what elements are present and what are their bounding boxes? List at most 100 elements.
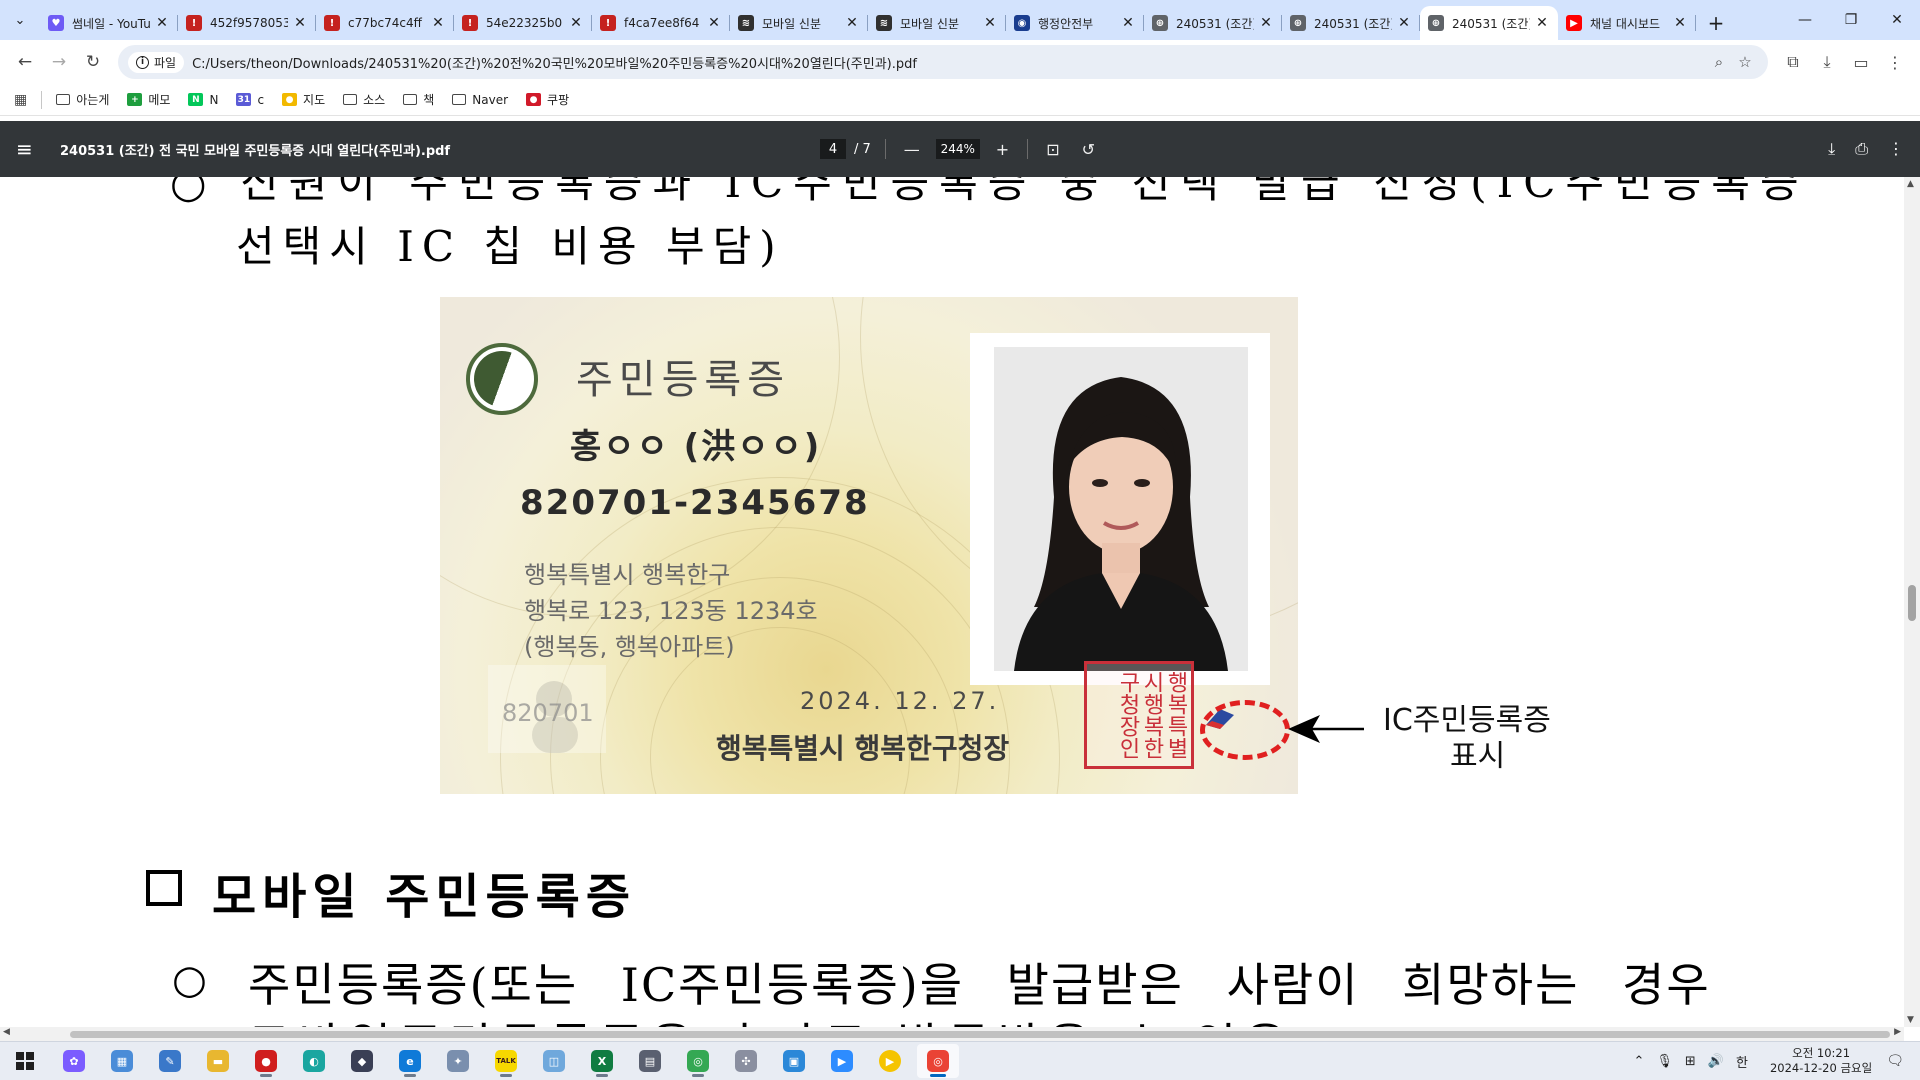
browser-tab[interactable]: ▶ 채널 대시보드 ✕ (1558, 6, 1696, 40)
zoom-indicator-icon[interactable]: ⌕ (1706, 49, 1732, 75)
restore-button[interactable]: ❐ (1828, 0, 1874, 40)
extensions-button[interactable]: ⧉ (1776, 45, 1810, 79)
browser-tab[interactable]: ≋ 모바일 신분 ✕ (730, 6, 868, 40)
taskbar-app-app-pinwheel[interactable]: ✣ (725, 1044, 767, 1078)
reload-button[interactable]: ↻ (76, 45, 110, 79)
address-bar[interactable]: i 파일 C:/Users/theon/Downloads/240531%20(… (118, 45, 1768, 79)
bookmark-item[interactable]: 소스 (343, 91, 385, 108)
new-tab-button[interactable]: + (1702, 9, 1730, 37)
microphone-icon[interactable]: 🎙 (1656, 1054, 1673, 1069)
page-number-input[interactable] (820, 139, 846, 159)
taskbar-app-app-store[interactable]: ▣ (773, 1044, 815, 1078)
taskbar-app-app-feather[interactable]: ✦ (437, 1044, 479, 1078)
browser-menu-button[interactable]: ⋮ (1878, 45, 1912, 79)
taskbar-app-excel[interactable]: X (581, 1044, 623, 1078)
tab-close-icon[interactable]: ✕ (982, 15, 998, 31)
scroll-down-icon[interactable]: ▼ (1907, 1015, 1914, 1025)
tab-close-icon[interactable]: ✕ (568, 15, 584, 31)
tab-close-icon[interactable]: ✕ (292, 15, 308, 31)
tab-close-icon[interactable]: ✕ (154, 15, 170, 31)
browser-tab[interactable]: ⊕ 240531 (조간) ✕ (1282, 6, 1420, 40)
taskbar-app-record[interactable]: ● (245, 1044, 287, 1078)
taskbar-app-edge[interactable]: e (389, 1044, 431, 1078)
start-button[interactable] (8, 1044, 42, 1078)
tray-overflow-icon[interactable]: ⌃ (1634, 1054, 1645, 1069)
browser-tab[interactable]: ≋ 모바일 신분 ✕ (868, 6, 1006, 40)
tab-close-icon[interactable]: ✕ (1534, 15, 1550, 31)
taskbar-app-davinci[interactable]: ◆ (341, 1044, 383, 1078)
ime-indicator[interactable]: 한 (1736, 1052, 1748, 1071)
taskbar-app-app-teal[interactable]: ◐ (293, 1044, 335, 1078)
browser-tab[interactable]: ! c77bc74c4ff ✕ (316, 6, 454, 40)
bookmark-item[interactable]: 책 (403, 91, 434, 108)
minimize-button[interactable]: — (1782, 0, 1828, 40)
tab-close-icon[interactable]: ✕ (706, 15, 722, 31)
scroll-left-icon[interactable]: ◀ (3, 1027, 10, 1037)
taskbar-app-kakaotalk[interactable]: TALK (485, 1044, 527, 1078)
fit-to-page-icon[interactable]: ⊡ (1042, 140, 1063, 159)
browser-tab[interactable]: ! 54e22325b0 ✕ (454, 6, 592, 40)
browser-tab[interactable]: ♥ 썸네일 - YouTube ✕ (40, 6, 178, 40)
browser-tab[interactable]: ! f4ca7ee8f64 ✕ (592, 6, 730, 40)
browser-tab[interactable]: ⊕ 240531 (조간) ✕ (1144, 6, 1282, 40)
bookmark-item[interactable]: ● 지도 (282, 91, 325, 108)
taskbar-app-notes[interactable]: ✎ (149, 1044, 191, 1078)
browser-tab[interactable]: ◉ 행정안전부 ✕ (1006, 6, 1144, 40)
tab-search-button[interactable]: ⌄ (6, 6, 34, 34)
zoom-in-button[interactable]: + (992, 140, 1013, 159)
tab-close-icon[interactable]: ✕ (430, 15, 446, 31)
browser-tab[interactable]: ! 452f95780533 ✕ (178, 6, 316, 40)
scroll-up-icon[interactable]: ▲ (1907, 179, 1914, 189)
heading-checkbox-square (146, 870, 182, 906)
profile-button[interactable]: ▭ (1844, 45, 1878, 79)
taskbar-app-copilot[interactable]: ✿ (53, 1044, 95, 1078)
taskbar-app-file-explorer[interactable]: ▬ (197, 1044, 239, 1078)
bookmark-item[interactable]: NN (188, 93, 218, 107)
url-text[interactable]: C:/Users/theon/Downloads/240531%20(조간)%2… (192, 53, 1706, 72)
taskbar-app-calculator[interactable]: ▤ (629, 1044, 671, 1078)
tab-close-icon[interactable]: ✕ (1258, 15, 1274, 31)
taskbar-app-widgets[interactable]: ▦ (101, 1044, 143, 1078)
bookmark-star-icon[interactable]: ☆ (1732, 49, 1758, 75)
tab-close-icon[interactable]: ✕ (1396, 15, 1412, 31)
hamburger-menu-icon[interactable]: ≡ (16, 137, 48, 161)
bookmark-item[interactable]: 31 c (236, 93, 264, 107)
pdf-download-icon[interactable]: ⤓ (1828, 139, 1835, 159)
print-icon[interactable]: ⎙ (1855, 139, 1868, 159)
puzzle-icon: ⧉ (1787, 52, 1799, 71)
taskbar-app-zoom[interactable]: ▶ (821, 1044, 863, 1078)
network-icon[interactable]: ⊞ (1685, 1054, 1696, 1069)
notification-icon[interactable]: 🗨 (1886, 1053, 1904, 1069)
taskbar-app-app-play[interactable]: ▶ (869, 1044, 911, 1078)
taskbar-app-chrome-active[interactable]: ◎ (917, 1044, 959, 1078)
volume-icon[interactable]: 🔊 (1708, 1054, 1724, 1069)
tab-close-icon[interactable]: ✕ (1120, 15, 1136, 31)
horizontal-scrollbar[interactable]: ◀ ▶ (0, 1027, 1904, 1041)
vertical-scroll-thumb[interactable] (1908, 585, 1916, 621)
bookmark-item[interactable]: 아는게 (56, 91, 109, 108)
pdf-viewport[interactable]: ○ 신원이 주민등록증과 IC주민등록증 중 선택 발급 신청(IC주민등록증 … (0, 177, 1904, 1027)
bookmark-item[interactable]: + 메모 (127, 91, 170, 108)
close-window-button[interactable]: ✕ (1874, 0, 1920, 40)
forward-button[interactable]: → (42, 45, 76, 79)
bookmark-item[interactable]: ● 쿠팡 (526, 91, 569, 108)
zoom-level-input[interactable] (935, 139, 980, 159)
taskbar-app-app-cube[interactable]: ◫ (533, 1044, 575, 1078)
rotate-icon[interactable]: ↺ (1078, 140, 1099, 159)
bookmark-item[interactable]: Naver (452, 93, 508, 107)
apps-grid-icon[interactable]: ▦ (14, 92, 27, 108)
tab-close-icon[interactable]: ✕ (1672, 15, 1688, 31)
tab-title: 모바일 신분 (900, 16, 960, 31)
pdf-more-icon[interactable]: ⋮ (1888, 139, 1904, 159)
horizontal-scroll-thumb[interactable] (70, 1031, 1890, 1038)
back-button[interactable]: ← (8, 45, 42, 79)
site-info-chip[interactable]: i 파일 (128, 51, 185, 73)
scroll-right-icon[interactable]: ▶ (1894, 1027, 1901, 1037)
vertical-scrollbar[interactable]: ▲ ▼ (1904, 177, 1920, 1027)
taskbar-app-chrome[interactable]: ◎ (677, 1044, 719, 1078)
clock[interactable]: 오전 10:21 2024-12-20 금요일 (1770, 1046, 1872, 1076)
zoom-out-button[interactable]: — (900, 140, 924, 159)
browser-tab[interactable]: ⊕ 240531 (조간) ✕ (1420, 6, 1558, 40)
tab-close-icon[interactable]: ✕ (844, 15, 860, 31)
downloads-button[interactable]: ⤓ (1810, 45, 1844, 79)
